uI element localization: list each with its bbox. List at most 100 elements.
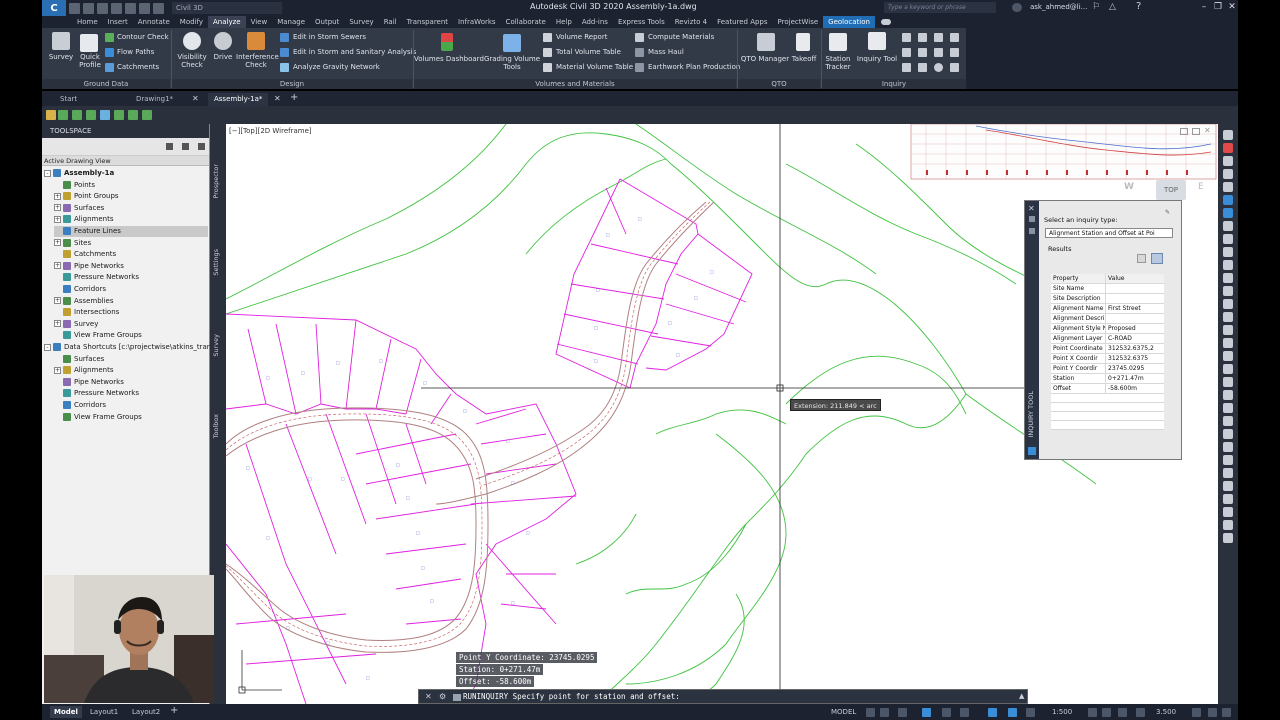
- quick-profile-icon[interactable]: [80, 34, 98, 52]
- toolbar-icon[interactable]: [114, 110, 124, 120]
- contour-check-icon[interactable]: [105, 33, 114, 42]
- toolspace-tool-icon[interactable]: [198, 143, 205, 150]
- quick-profile-button[interactable]: Quick Profile: [75, 53, 105, 69]
- tree-item[interactable]: + Survey: [54, 319, 98, 330]
- expand-icon[interactable]: +: [54, 215, 61, 223]
- undo-icon[interactable]: [139, 2, 150, 14]
- tree-item[interactable]: - Data Shortcuts [c:\projectwise\atkins_t…: [44, 342, 226, 353]
- tree-item[interactable]: - Assembly-1a: [44, 168, 114, 179]
- total-volume-table-icon[interactable]: [543, 48, 552, 57]
- ribbon-tab-geolocation[interactable]: Geolocation: [823, 16, 875, 28]
- draw-tool-icon[interactable]: [1223, 221, 1233, 231]
- hardware-acceleration-icon[interactable]: [1208, 708, 1217, 717]
- tree-item[interactable]: Feature Lines: [54, 226, 208, 237]
- expand-icon[interactable]: +: [54, 262, 61, 270]
- app-logo[interactable]: C: [42, 0, 66, 16]
- ribbon-tab-insert[interactable]: Insert: [103, 16, 133, 28]
- web-mobile-icon[interactable]: [111, 2, 122, 14]
- collapse-icon[interactable]: -: [44, 343, 51, 351]
- drive-icon[interactable]: [214, 32, 232, 50]
- close-tab-icon[interactable]: ✕: [274, 94, 281, 103]
- toolbar-icon[interactable]: [46, 110, 56, 120]
- draw-tool-icon[interactable]: [1223, 143, 1233, 153]
- ribbon-tab-modify[interactable]: Modify: [175, 16, 208, 28]
- restore-viewport-icon[interactable]: [1180, 128, 1188, 135]
- active-drawing-view-select[interactable]: Active Drawing View: [42, 156, 209, 166]
- ground-data-panel-title[interactable]: Ground Data: [42, 79, 170, 89]
- ribbon-tab-analyze[interactable]: Analyze: [207, 16, 246, 28]
- isodraft-icon[interactable]: [942, 708, 951, 717]
- search-input[interactable]: Type a keyword or phrase: [884, 2, 996, 13]
- export-results-icon[interactable]: [1151, 253, 1163, 264]
- catchments-button[interactable]: Catchments: [117, 62, 159, 72]
- ribbon-tab-output[interactable]: Output: [310, 16, 344, 28]
- ribbon-tab-survey[interactable]: Survey: [344, 16, 378, 28]
- draw-tool-icon[interactable]: [1223, 338, 1233, 348]
- draw-tool-icon[interactable]: [1223, 260, 1233, 270]
- draw-tool-icon[interactable]: [1223, 455, 1233, 465]
- draw-tool-icon[interactable]: [1223, 247, 1233, 257]
- toolspace-tool-icon[interactable]: [182, 143, 189, 150]
- transparency-icon[interactable]: [1026, 708, 1035, 717]
- ribbon-tab-help[interactable]: Help: [551, 16, 577, 28]
- autoscale-icon[interactable]: [1102, 708, 1111, 717]
- user-icon[interactable]: [1012, 3, 1022, 12]
- calculator-icon[interactable]: [950, 63, 959, 72]
- ortho-icon[interactable]: [898, 708, 907, 717]
- inquiry-small-icon[interactable]: [902, 33, 911, 42]
- inquiry-small-icon[interactable]: [918, 63, 927, 72]
- results-row[interactable]: Alignment Style N Proposed: [1051, 324, 1164, 334]
- earthwork-plan-icon[interactable]: [635, 63, 644, 72]
- draw-tool-icon[interactable]: [1223, 234, 1233, 244]
- close-command-icon[interactable]: ✕: [425, 692, 432, 701]
- inquiry-small-icon[interactable]: [950, 33, 959, 42]
- draw-tool-icon[interactable]: [1223, 390, 1233, 400]
- draw-tool-icon[interactable]: [1223, 312, 1233, 322]
- ribbon-tab-revizto-4[interactable]: Revizto 4: [670, 16, 712, 28]
- survey-icon[interactable]: [52, 32, 70, 50]
- volume-report-icon[interactable]: [543, 33, 552, 42]
- tree-item[interactable]: Pressure Networks: [54, 272, 139, 283]
- tree-item[interactable]: + Surfaces: [54, 203, 104, 214]
- toolbar-icon[interactable]: [128, 110, 138, 120]
- inquiry-small-icon[interactable]: [950, 48, 959, 57]
- results-row[interactable]: Site Name: [1051, 284, 1164, 294]
- workspace-switch-icon[interactable]: [1118, 708, 1127, 717]
- toolbar-icon[interactable]: [72, 110, 82, 120]
- ribbon-tab-express-tools[interactable]: Express Tools: [613, 16, 670, 28]
- tree-item[interactable]: View Frame Groups: [54, 330, 142, 341]
- tree-item[interactable]: Pressure Networks: [54, 388, 139, 399]
- qto-manager-button[interactable]: QTO Manager: [739, 55, 791, 63]
- tree-item[interactable]: + Alignments: [54, 214, 114, 225]
- tree-item[interactable]: + Alignments: [54, 365, 114, 376]
- earthwork-plan-production-button[interactable]: Earthwork Plan Production: [648, 62, 740, 72]
- material-volume-table-button[interactable]: Material Volume Table: [556, 62, 633, 72]
- viewcube-top[interactable]: TOP: [1156, 180, 1186, 200]
- catchments-icon[interactable]: [105, 63, 114, 72]
- model-space-toggle[interactable]: MODEL: [827, 706, 860, 718]
- toolbar-icon[interactable]: [86, 110, 96, 120]
- compute-materials-button[interactable]: Compute Materials: [648, 32, 714, 42]
- autodesk-a360-icon[interactable]: △: [1109, 2, 1120, 13]
- toolspace-tab-prospector[interactable]: Prospector: [212, 164, 224, 199]
- volumes-dashboard-icon[interactable]: [441, 33, 453, 51]
- draw-tool-icon[interactable]: [1223, 351, 1233, 361]
- ribbon-tab-transparent[interactable]: Transparent: [402, 16, 453, 28]
- grading-volume-tools-icon[interactable]: [503, 34, 521, 52]
- save-icon[interactable]: [83, 2, 94, 14]
- ribbon-tab-rail[interactable]: Rail: [379, 16, 402, 28]
- new-tab-icon[interactable]: +: [290, 92, 298, 103]
- layout-tab-layout2[interactable]: Layout2: [128, 706, 164, 718]
- tree-item[interactable]: Points: [54, 180, 95, 191]
- volumes-dashboard-button[interactable]: Volumes Dashboard: [414, 55, 484, 63]
- material-volume-table-icon[interactable]: [543, 63, 552, 72]
- open-icon[interactable]: [69, 2, 80, 14]
- draw-tool-icon[interactable]: [1223, 442, 1233, 452]
- close-viewport-icon[interactable]: ✕: [1204, 126, 1211, 135]
- tree-item[interactable]: Pipe Networks: [54, 377, 124, 388]
- inquiry-small-icon[interactable]: [918, 33, 927, 42]
- draw-tool-icon[interactable]: [1223, 130, 1233, 140]
- inquiry-small-icon[interactable]: [902, 48, 911, 57]
- close-tab-icon[interactable]: ✕: [192, 94, 199, 103]
- cart-icon[interactable]: ⚐: [1092, 2, 1103, 13]
